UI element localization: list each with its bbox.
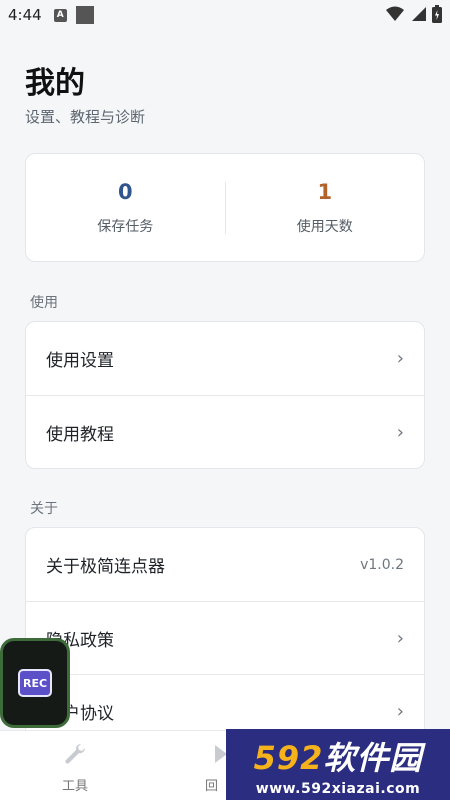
status-time: 4:44 [8,6,42,24]
list-item-usage-settings[interactable]: 使用设置 › [26,322,424,395]
list-item-privacy-policy[interactable]: 隐私政策 › [26,601,424,674]
chevron-right-icon: › [396,700,404,722]
wifi-icon [386,6,404,21]
list-item-label: 关于极简连点器 [46,557,165,577]
watermark-text: 软件园 [323,738,423,777]
status-bar: 4:44 A [0,0,450,30]
nav-tab-tools[interactable]: 工具 [45,741,105,794]
notification-square-icon [75,6,94,24]
floating-rec-button[interactable]: REC [0,638,70,728]
list-item-usage-tutorial[interactable]: 使用教程 › [26,395,424,468]
list-item-about-app[interactable]: 关于极简连点器 v1.0.2 [26,528,424,601]
stat-saved-tasks[interactable]: 0 保存任务 [26,180,225,236]
stat-usage-days[interactable]: 1 使用天数 [226,180,425,236]
page-title: 我的 [25,66,85,101]
page-subtitle: 设置、教程与诊断 [25,108,146,126]
signal-icon [412,7,426,21]
usage-days-label: 使用天数 [296,218,353,235]
watermark-number: 592 [253,738,324,777]
watermark-url: www.592xiazai.com [255,780,421,797]
battery-icon [432,5,442,23]
usage-card: 使用设置 › 使用教程 › [25,321,425,469]
rec-icon: REC [18,669,52,697]
usage-days-value: 1 [317,179,333,204]
chevron-right-icon: › [396,348,404,369]
saved-tasks-value: 0 [117,179,133,204]
chevron-right-icon: › [396,421,404,443]
version-text: v1.0.2 [360,556,404,573]
chevron-right-icon: › [396,627,404,649]
list-item-label: 使用设置 [46,351,114,371]
nav-tab-tools-label: 工具 [61,779,88,794]
wrench-icon [65,743,86,764]
watermark-title: 592软件园 [254,733,423,779]
about-card: 关于极简连点器 v1.0.2 隐私政策 › 用户协议 › [25,527,425,748]
saved-tasks-label: 保存任务 [97,218,154,235]
stats-card: 0 保存任务 1 使用天数 [25,153,425,262]
status-right [386,5,442,23]
section-header-usage: 使用 [30,295,58,311]
watermark-logo: 592软件园 www.592xiazai.com [226,729,450,800]
section-header-about: 关于 [30,501,58,517]
notification-a-icon: A [53,8,67,22]
list-item-label: 使用教程 [46,424,114,445]
